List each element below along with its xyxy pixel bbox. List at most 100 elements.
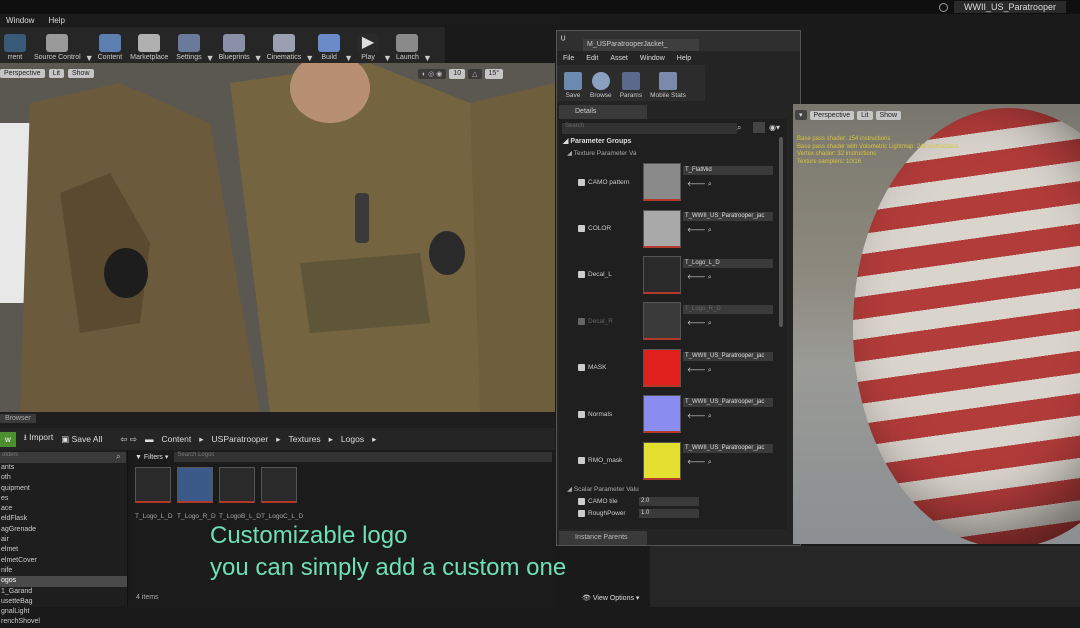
- toolbar-content-button[interactable]: Content: [94, 34, 127, 63]
- chevron-down-icon[interactable]: ▼: [254, 53, 263, 63]
- folder-item[interactable]: ants: [0, 463, 127, 473]
- texture-select[interactable]: T_Logo_L_D: [683, 258, 773, 268]
- preview-perspective-button[interactable]: Perspective: [809, 110, 855, 120]
- folder-item[interactable]: renchShovel: [0, 617, 127, 627]
- folder-item[interactable]: ogos: [0, 576, 127, 587]
- toolbar-source-control-button[interactable]: Source Control: [30, 34, 85, 63]
- viewport-show-button[interactable]: Show: [67, 69, 94, 78]
- folder-item[interactable]: agGrenade: [0, 525, 127, 535]
- use-browse-icons[interactable]: 🡐 ⌕: [687, 457, 712, 467]
- filters-button[interactable]: ▼ Filters ▾: [135, 453, 168, 461]
- scalar-value-input[interactable]: 1.0: [639, 509, 699, 519]
- chevron-down-icon[interactable]: ▼: [383, 53, 392, 63]
- eye-icon[interactable]: ◉▾: [769, 123, 780, 132]
- folder-item[interactable]: gnalLight: [0, 607, 127, 617]
- mat-menu-window[interactable]: Window: [640, 55, 665, 62]
- parameter-groups-header[interactable]: ◢ Parameter Groups: [559, 137, 787, 149]
- save-button[interactable]: Save: [561, 65, 585, 101]
- folder-item[interactable]: elmet: [0, 545, 127, 555]
- content-browser-tab[interactable]: Browser: [0, 414, 36, 423]
- folder-item[interactable]: eldFlask: [0, 514, 127, 524]
- toolbar-current-button[interactable]: rrent: [0, 34, 30, 63]
- viewport-perspective-button[interactable]: Perspective: [0, 69, 45, 78]
- folder-item[interactable]: ace: [0, 504, 127, 514]
- viewport-lit-button[interactable]: Lit: [48, 69, 64, 78]
- chevron-down-icon[interactable]: ▼: [344, 53, 353, 63]
- import-button[interactable]: ⭳ Import: [24, 432, 53, 446]
- toolbar-launch-button[interactable]: Launch: [392, 34, 423, 63]
- use-browse-icons[interactable]: 🡐 ⌕: [687, 318, 712, 328]
- texture-select[interactable]: T_Logo_R_D: [683, 305, 773, 315]
- material-asset-tab[interactable]: M_USParatrooperJacket_: [583, 39, 699, 51]
- breadcrumb-logos[interactable]: Logos: [341, 434, 364, 444]
- chevron-down-icon[interactable]: ▼: [85, 53, 94, 63]
- texture-thumbnail[interactable]: [643, 348, 681, 387]
- texture-select[interactable]: T_WWII_US_Paratrooper_jac: [683, 351, 773, 361]
- folder-item[interactable]: oth: [0, 473, 127, 483]
- rotate-snap-value[interactable]: 15°: [484, 69, 504, 79]
- chevron-down-icon[interactable]: ▼: [305, 53, 314, 63]
- chevron-down-icon[interactable]: ▼: [206, 53, 215, 63]
- breadcrumb-content[interactable]: Content: [161, 434, 191, 444]
- param-checkbox[interactable]: [578, 317, 585, 325]
- material-preview-viewport[interactable]: [793, 104, 1080, 544]
- mat-menu-asset[interactable]: Asset: [610, 55, 628, 62]
- asset-tile[interactable]: T_LogoC_L_D: [261, 467, 303, 520]
- param-checkbox[interactable]: [578, 225, 585, 233]
- param-checkbox[interactable]: [578, 178, 585, 186]
- toolbar-marketplace-button[interactable]: Marketplace: [126, 34, 172, 63]
- mat-menu-file[interactable]: File: [563, 55, 574, 62]
- scalar-value-input[interactable]: 2.0: [639, 497, 699, 507]
- details-scrollbar[interactable]: [779, 137, 783, 327]
- mat-menu-edit[interactable]: Edit: [586, 55, 598, 62]
- save-all-button[interactable]: ▣ Save All: [61, 434, 102, 445]
- chevron-down-icon[interactable]: ▼: [423, 53, 432, 63]
- texture-thumbnail[interactable]: [643, 302, 681, 341]
- mat-menu-help[interactable]: Help: [677, 55, 691, 62]
- texture-group-header[interactable]: ◢ Texture Parameter Va: [559, 149, 787, 159]
- browse-button[interactable]: Browse: [587, 65, 615, 101]
- folder-item[interactable]: es: [0, 494, 127, 504]
- texture-thumbnail[interactable]: [643, 209, 681, 248]
- details-tab[interactable]: Details: [559, 105, 647, 119]
- rotate-snap-icon[interactable]: △: [468, 69, 482, 79]
- mobile-stats-button[interactable]: Mobile Stats: [647, 65, 689, 101]
- param-checkbox[interactable]: [578, 410, 585, 418]
- folder-item[interactable]: air: [0, 535, 127, 545]
- asset-tile[interactable]: T_LogoB_L_D: [219, 467, 261, 520]
- details-search-input[interactable]: Search: [562, 123, 737, 134]
- asset-tile[interactable]: T_Logo_L_D: [135, 467, 173, 520]
- toolbar-build-button[interactable]: Build: [314, 34, 344, 63]
- add-new-button[interactable]: w: [0, 431, 16, 447]
- use-browse-icons[interactable]: 🡐 ⌕: [687, 225, 712, 235]
- folder-item[interactable]: quipment: [0, 484, 127, 494]
- texture-thumbnail[interactable]: [643, 255, 681, 294]
- folder-item[interactable]: nife: [0, 566, 127, 576]
- preview-lit-button[interactable]: Lit: [857, 110, 873, 120]
- texture-thumbnail[interactable]: [643, 395, 681, 434]
- toolbar-settings-button[interactable]: Settings: [172, 34, 205, 63]
- grid-snap-value[interactable]: 10: [449, 69, 466, 79]
- texture-thumbnail[interactable]: [643, 441, 681, 480]
- grid-view-icon[interactable]: [753, 122, 765, 133]
- texture-select[interactable]: T_WWII_US_Paratrooper_jac: [683, 444, 773, 454]
- view-options-button[interactable]: 👁 View Options ▾: [582, 594, 639, 602]
- texture-select[interactable]: T_WWII_US_Paratrooper_jac: [683, 212, 773, 222]
- texture-select[interactable]: T_FlatMid: [683, 166, 773, 175]
- use-browse-icons[interactable]: 🡐 ⌕: [687, 179, 712, 189]
- params-button[interactable]: Params: [617, 65, 645, 101]
- folder-item[interactable]: usetteBag: [0, 597, 127, 607]
- instance-parents-tab[interactable]: Instance Parents: [559, 531, 647, 545]
- breadcrumb-textures[interactable]: Textures: [289, 434, 321, 444]
- param-checkbox[interactable]: [578, 271, 585, 279]
- use-browse-icons[interactable]: 🡐 ⌕: [687, 365, 712, 375]
- texture-thumbnail[interactable]: [643, 163, 681, 202]
- asset-search-input[interactable]: Search Logos: [174, 452, 553, 462]
- transform-icons[interactable]: ◐ ◎ ◉: [418, 69, 447, 79]
- toolbar-play-button[interactable]: ▶ Play: [353, 34, 383, 63]
- folder-item[interactable]: 1_Garand: [0, 587, 127, 597]
- use-browse-icons[interactable]: 🡐 ⌕: [687, 411, 712, 421]
- asset-tile[interactable]: T_Logo_R_D: [177, 467, 216, 520]
- toolbar-cinematics-button[interactable]: Cinematics: [263, 34, 306, 63]
- folder-search-input[interactable]: olders: [0, 452, 126, 463]
